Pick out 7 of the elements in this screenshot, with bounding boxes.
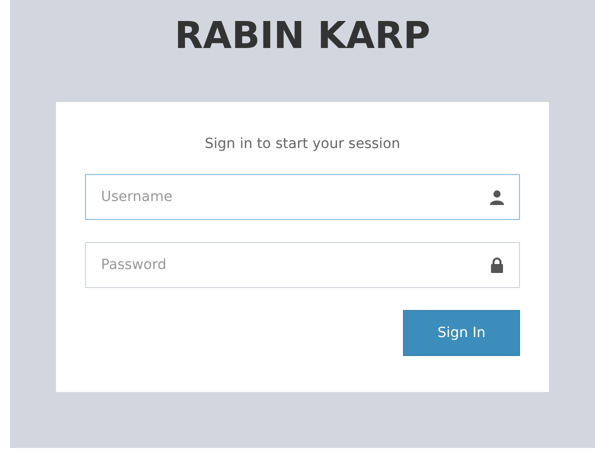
lock-icon: [489, 257, 505, 273]
password-field[interactable]: Password: [85, 242, 520, 288]
user-icon: [489, 189, 505, 205]
sign-in-button[interactable]: Sign In: [403, 310, 520, 356]
logo: RABIN KARP: [174, 14, 430, 58]
login-message: Sign in to start your session: [204, 135, 402, 154]
username-field[interactable]: Username: [85, 174, 520, 220]
